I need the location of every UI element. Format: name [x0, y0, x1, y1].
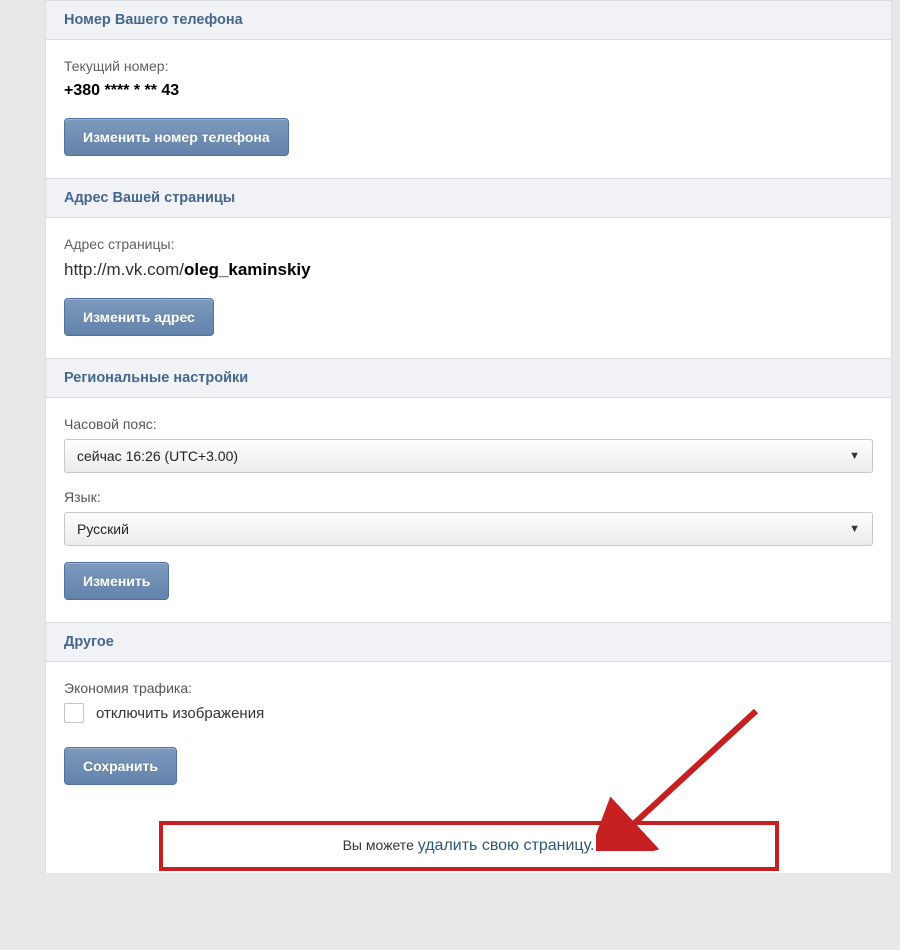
language-label: Язык:: [64, 489, 873, 505]
page-url-prefix: http://m.vk.com/: [64, 260, 184, 279]
current-phone-value: +380 **** * ** 43: [64, 82, 873, 100]
page-url: http://m.vk.com/oleg_kaminskiy: [64, 260, 873, 280]
change-phone-button[interactable]: Изменить номер телефона: [64, 118, 289, 156]
timezone-selected-value: сейчас 16:26 (UTC+3.00): [77, 448, 238, 464]
chevron-down-icon: ▼: [849, 450, 860, 462]
apply-regional-button[interactable]: Изменить: [64, 562, 169, 600]
page-url-slug: oleg_kaminskiy: [184, 260, 311, 279]
disable-images-checkbox[interactable]: [64, 703, 84, 723]
language-select[interactable]: Русский ▼: [64, 512, 873, 546]
delete-section: Вы можете удалить свою страницу.: [46, 807, 891, 873]
settings-panel: Номер Вашего телефона Текущий номер: +38…: [45, 0, 892, 873]
current-phone-label: Текущий номер:: [64, 58, 873, 74]
address-label: Адрес страницы:: [64, 236, 873, 252]
regional-section-body: Часовой пояс: сейчас 16:26 (UTC+3.00) ▼ …: [46, 398, 891, 622]
change-address-button[interactable]: Изменить адрес: [64, 298, 214, 336]
delete-page-callout: Вы можете удалить свою страницу.: [159, 821, 779, 871]
disable-images-row[interactable]: отключить изображения: [64, 703, 873, 723]
address-section-body: Адрес страницы: http://m.vk.com/oleg_kam…: [46, 218, 891, 358]
language-selected-value: Русский: [77, 521, 129, 537]
timezone-label: Часовой пояс:: [64, 416, 873, 432]
regional-section-header: Региональные настройки: [46, 358, 891, 398]
save-button[interactable]: Сохранить: [64, 747, 177, 785]
other-section-body: Экономия трафика: отключить изображения …: [46, 662, 891, 807]
address-section-header: Адрес Вашей страницы: [46, 178, 891, 218]
chevron-down-icon: ▼: [849, 523, 860, 535]
phone-section-header: Номер Вашего телефона: [46, 0, 891, 40]
delete-page-text: Вы можете: [343, 837, 418, 853]
phone-section-body: Текущий номер: +380 **** * ** 43 Изменит…: [46, 40, 891, 178]
timezone-select[interactable]: сейчас 16:26 (UTC+3.00) ▼: [64, 439, 873, 473]
other-section-header: Другое: [46, 622, 891, 662]
traffic-saving-label: Экономия трафика:: [64, 680, 873, 696]
disable-images-label: отключить изображения: [96, 705, 264, 722]
delete-page-link[interactable]: удалить свою страницу.: [418, 837, 595, 854]
